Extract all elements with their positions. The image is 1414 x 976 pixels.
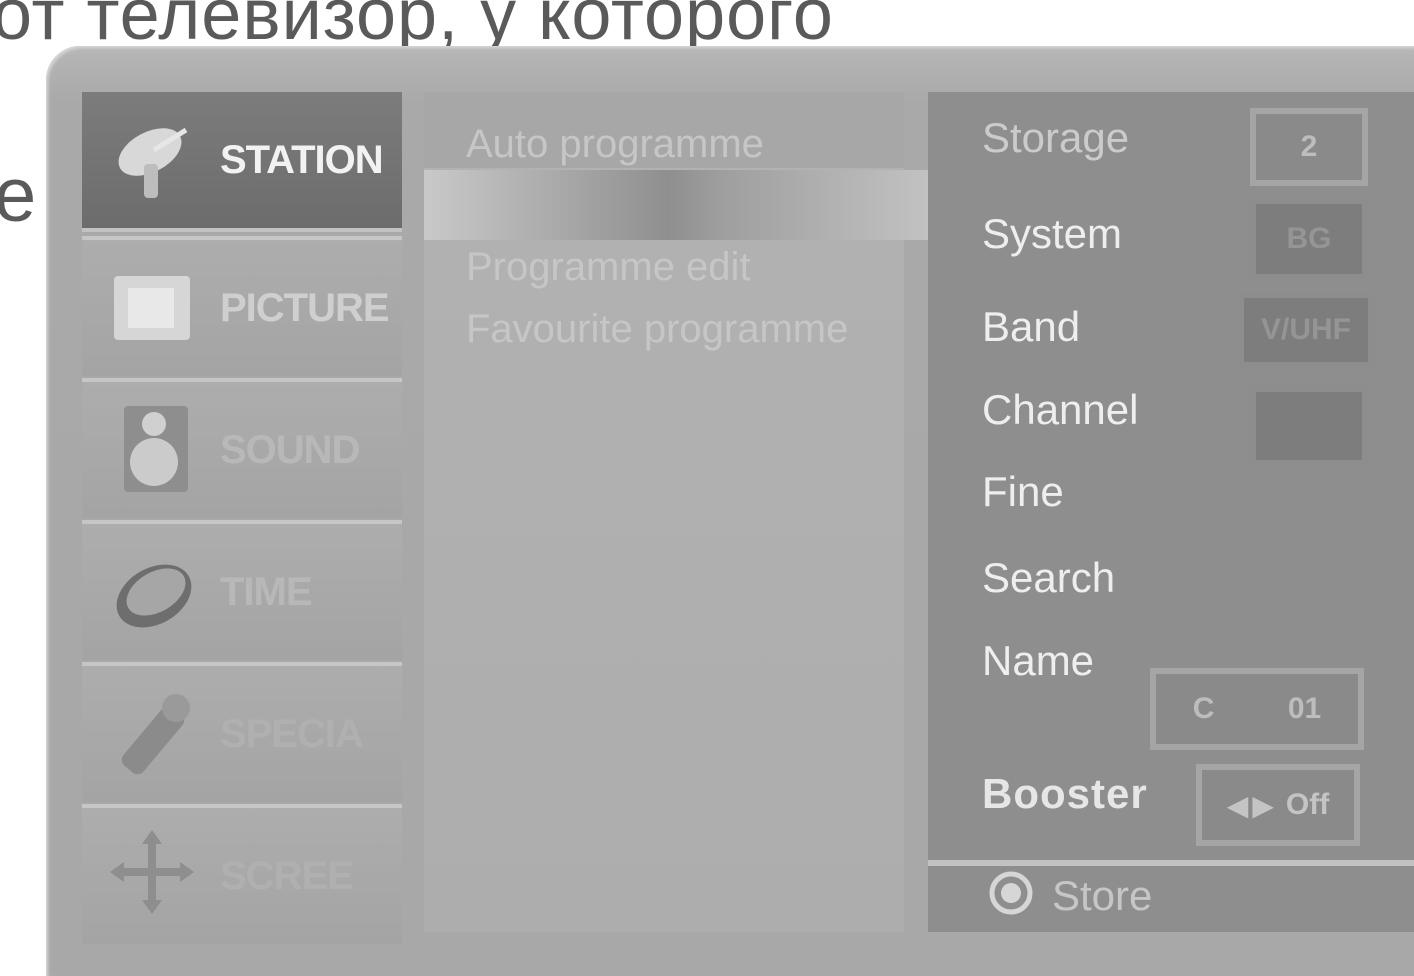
storage-label: Storage	[982, 114, 1130, 161]
left-arrow-icon: ◀	[1226, 789, 1249, 821]
menu-label-station: STATION	[220, 137, 384, 182]
menu-item-time[interactable]: TIME	[82, 524, 402, 660]
fine-label[interactable]: Fine	[982, 468, 1064, 516]
booster-value: Off	[1285, 788, 1330, 821]
special-tool-icon	[104, 686, 200, 782]
clock-icon	[104, 546, 200, 642]
ok-button-icon	[988, 870, 1034, 921]
screen-arrows-icon	[104, 824, 200, 920]
menu-label-time: TIME	[220, 569, 313, 614]
menu-item-special[interactable]: SPECIA	[82, 666, 402, 802]
band-label: Band	[982, 303, 1081, 350]
menu-item-screen[interactable]: SCREE	[82, 808, 402, 944]
speaker-icon	[104, 400, 200, 496]
name-value: 01	[1287, 692, 1322, 725]
channel-label: Channel	[982, 386, 1139, 433]
name-value-box[interactable]: C 01	[1150, 668, 1364, 750]
system-value: BG	[1286, 222, 1332, 255]
channel-value-box[interactable]	[1250, 386, 1368, 466]
system-value-box[interactable]: BG	[1250, 198, 1368, 280]
picture-icon	[104, 262, 200, 358]
menu-item-picture[interactable]: PICTURE	[82, 240, 402, 376]
submenu-selection-highlight	[424, 170, 934, 240]
menu-item-station[interactable]: STATION	[82, 92, 402, 228]
storage-value-box[interactable]: 2	[1250, 108, 1368, 186]
main-menu: STATION PICTURE SOUND TIME SPECIA SCREE	[82, 92, 402, 944]
menu-label-sound: SOUND	[220, 427, 360, 472]
storage-value: 2	[1300, 130, 1318, 163]
band-value: V/UHF	[1261, 313, 1351, 346]
panel-divider	[928, 860, 1414, 866]
name-prefix: C	[1192, 692, 1215, 725]
document-fragment-text: е	[0, 153, 37, 238]
system-label: System	[982, 210, 1123, 257]
band-value-box[interactable]: V/UHF	[1238, 292, 1374, 368]
booster-label: Booster	[982, 770, 1148, 817]
menu-label-special: SPECIA	[220, 711, 364, 756]
search-label[interactable]: Search	[982, 554, 1115, 602]
name-label: Name	[982, 637, 1095, 684]
booster-value-box[interactable]: ◀ ▶ Off	[1196, 764, 1360, 846]
right-arrow-icon: ▶	[1252, 789, 1274, 821]
submenu-item-favourite-programme[interactable]: Favourite programme	[466, 307, 848, 352]
submenu-item-auto-programme[interactable]: Auto programme	[466, 122, 764, 167]
menu-label-screen: SCREE	[220, 853, 354, 898]
menu-label-picture: PICTURE	[220, 285, 390, 330]
submenu-item-programme-edit[interactable]: Programme edit	[466, 245, 751, 290]
menu-item-sound[interactable]: SOUND	[82, 382, 402, 518]
store-action[interactable]: Store	[988, 870, 1152, 921]
store-label: Store	[1052, 871, 1153, 919]
satellite-dish-icon	[104, 112, 200, 208]
